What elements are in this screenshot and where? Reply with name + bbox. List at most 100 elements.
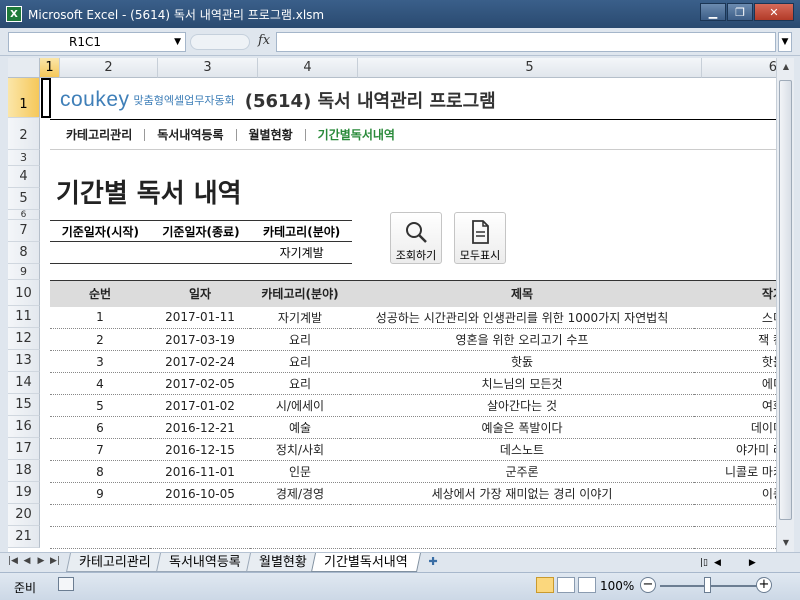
cell-author[interactable]: 핫돐 (694, 350, 776, 373)
cell-date[interactable]: 2017-03-19 (150, 328, 250, 351)
select-all-corner[interactable] (8, 58, 40, 78)
cell-title[interactable]: 예술은 폭발이다 (350, 416, 694, 439)
table-row[interactable]: 5 2017-01-02 시/에세이 살아간다는 것 여화 (50, 394, 776, 417)
cell-index[interactable]: 9 (50, 482, 150, 505)
row-header-4[interactable]: 4 (8, 166, 40, 188)
row-header-8[interactable]: 8 (8, 242, 40, 264)
name-box[interactable]: R1C1 ▼ (8, 32, 186, 52)
excel-app-icon[interactable]: X (6, 6, 22, 22)
cell-title[interactable]: 살아간다는 것 (350, 394, 694, 417)
page-layout-view-icon[interactable] (557, 577, 575, 593)
cell-author[interactable]: 니콜로 마키 (694, 460, 776, 483)
tab-split-handle[interactable]: |▯ (700, 558, 708, 568)
insert-sheet-icon[interactable]: ✚ (423, 553, 443, 570)
cell-index[interactable]: 7 (50, 438, 150, 461)
cell-date[interactable]: 2017-02-24 (150, 350, 250, 373)
scroll-down-icon[interactable]: ▼ (777, 534, 795, 552)
cell-title[interactable]: 성공하는 시간관리와 인생관리를 위한 1000가지 자연법칙 (350, 306, 694, 329)
cell-author[interactable]: 잭 캔 (694, 328, 776, 351)
expand-formula-bar-icon[interactable]: ▼ (778, 32, 792, 52)
formula-input[interactable] (276, 32, 776, 52)
row-header-18[interactable]: 18 (8, 460, 40, 482)
cell-date[interactable]: 2017-01-11 (150, 306, 250, 329)
sheet-tab-register[interactable]: 독서내역등록 (155, 553, 254, 572)
cell-index[interactable]: 4 (50, 372, 150, 395)
macro-record-icon[interactable] (58, 577, 74, 591)
vertical-scrollbar[interactable]: ▲ ▼ (776, 58, 794, 552)
column-header-6[interactable]: 6 (702, 58, 776, 78)
cell-author[interactable]: 여화 (694, 394, 776, 417)
scroll-left-icon[interactable]: ◀ (714, 558, 721, 568)
first-sheet-icon[interactable]: |◀ (6, 556, 20, 566)
row-header-9[interactable]: 9 (8, 264, 40, 280)
restore-button[interactable]: ❐ (727, 3, 753, 21)
table-row[interactable]: 2 2017-03-19 요리 영혼을 위한 오리고기 수프 잭 캔 (50, 328, 776, 351)
criteria-category[interactable]: 자기계발 (251, 241, 352, 264)
prev-sheet-icon[interactable]: ◀ (20, 556, 34, 566)
scroll-up-icon[interactable]: ▲ (777, 58, 795, 76)
scroll-right-icon[interactable]: ▶ (749, 558, 756, 568)
row-header-12[interactable]: 12 (8, 328, 40, 350)
cell-category[interactable]: 인문 (250, 460, 350, 483)
cell-title[interactable]: 데스노트 (350, 438, 694, 461)
cell-category[interactable]: 요리 (250, 372, 350, 395)
column-header-3[interactable]: 3 (158, 58, 258, 78)
search-button[interactable]: 조회하기 (390, 212, 442, 264)
row-header-14[interactable]: 14 (8, 372, 40, 394)
minimize-button[interactable]: ▁ (700, 3, 726, 21)
close-button[interactable]: ✕ (754, 3, 794, 21)
chevron-down-icon[interactable]: ▼ (174, 33, 181, 51)
last-sheet-icon[interactable]: ▶| (48, 556, 62, 566)
cell-author[interactable]: 데이미 (694, 416, 776, 439)
cell-index[interactable]: 6 (50, 416, 150, 439)
cell-date[interactable]: 2016-11-01 (150, 460, 250, 483)
normal-view-icon[interactable] (536, 577, 554, 593)
row-header-5[interactable]: 5 (8, 188, 40, 210)
table-row-empty[interactable] (50, 526, 776, 549)
column-header-2[interactable]: 2 (60, 58, 158, 78)
cell-author[interactable]: 야가미 라 (694, 438, 776, 461)
cell-title[interactable]: 치느님의 모든것 (350, 372, 694, 395)
cell-category[interactable]: 예술 (250, 416, 350, 439)
cell-date[interactable]: 2017-01-02 (150, 394, 250, 417)
table-row[interactable]: 8 2016-11-01 인문 군주론 니콜로 마키 (50, 460, 776, 483)
criteria-start-date[interactable] (50, 241, 151, 264)
row-header-17[interactable]: 17 (8, 438, 40, 460)
row-header-2[interactable]: 2 (8, 118, 40, 150)
zoom-in-icon[interactable]: + (756, 577, 772, 593)
cell-author[interactable]: 에디 (694, 372, 776, 395)
cell-category[interactable]: 자기계발 (250, 306, 350, 329)
table-row[interactable]: 3 2017-02-24 요리 핫돐 핫돐 (50, 350, 776, 373)
table-row[interactable]: 6 2016-12-21 예술 예술은 폭발이다 데이미 (50, 416, 776, 439)
column-header-4[interactable]: 4 (258, 58, 358, 78)
column-header-1[interactable]: 1 (40, 58, 60, 78)
cell-title[interactable]: 핫돐 (350, 350, 694, 373)
menu-item-category[interactable]: 카테고리관리 (66, 126, 132, 143)
cell-date[interactable]: 2016-10-05 (150, 482, 250, 505)
cell-index[interactable]: 1 (50, 306, 150, 329)
show-all-button[interactable]: 모두표시 (454, 212, 506, 264)
insert-function-icon[interactable]: fx (258, 33, 270, 48)
menu-item-register[interactable]: 독서내역등록 (157, 126, 223, 143)
cell-date[interactable]: 2016-12-15 (150, 438, 250, 461)
row-header-7[interactable]: 7 (8, 220, 40, 242)
row-header-6[interactable]: 6 (8, 210, 40, 220)
cell-author[interactable]: 스미 (694, 306, 776, 329)
cell-index[interactable]: 2 (50, 328, 150, 351)
zoom-level[interactable]: 100% (600, 579, 634, 593)
row-header-20[interactable]: 20 (8, 504, 40, 526)
vertical-scroll-thumb[interactable] (779, 80, 792, 520)
cell-category[interactable]: 요리 (250, 328, 350, 351)
table-row[interactable]: 7 2016-12-15 정치/사회 데스노트 야가미 라 (50, 438, 776, 461)
row-header-1[interactable]: 1 (8, 78, 40, 118)
next-sheet-icon[interactable]: ▶ (34, 556, 48, 566)
sheet-tab-period[interactable]: 기간별독서내역 (311, 553, 422, 572)
cell-title[interactable]: 세상에서 가장 재미없는 경리 이야기 (350, 482, 694, 505)
cell-author[interactable]: 이종 (694, 482, 776, 505)
cell-index[interactable]: 8 (50, 460, 150, 483)
sheet-tab-monthly[interactable]: 월별현황 (245, 553, 320, 572)
cell-category[interactable]: 경제/경영 (250, 482, 350, 505)
page-break-view-icon[interactable] (578, 577, 596, 593)
cell-date[interactable]: 2017-02-05 (150, 372, 250, 395)
cell-title[interactable]: 영혼을 위한 오리고기 수프 (350, 328, 694, 351)
